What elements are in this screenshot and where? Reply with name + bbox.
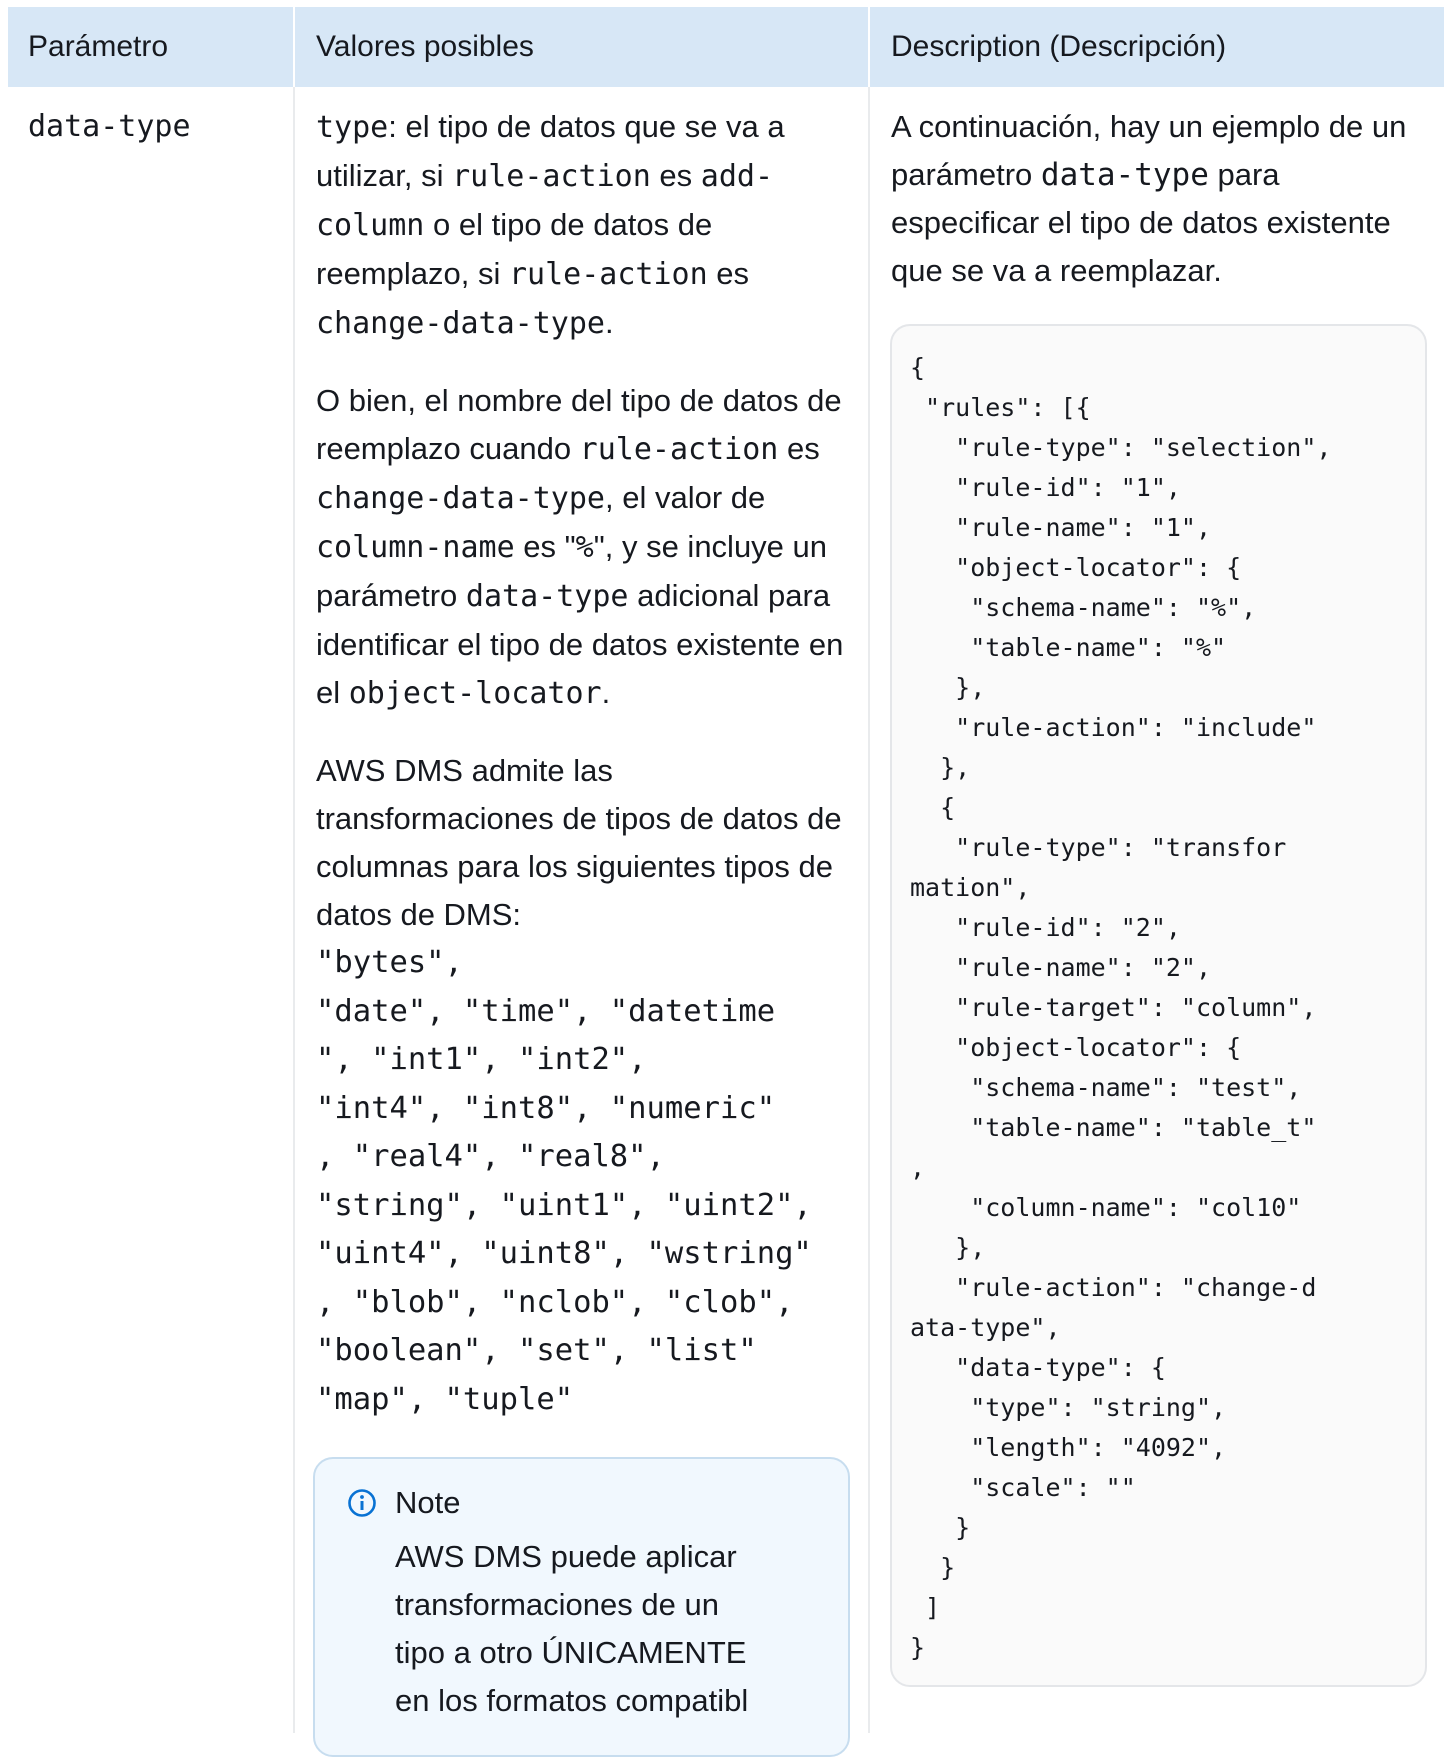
description-cell: A continuación, hay un ejemplo de un par… [891, 103, 1431, 295]
column-divider [293, 87, 295, 1733]
text: es [778, 431, 820, 466]
possible-values-cell: type: el tipo de datos que se va a utili… [316, 103, 846, 1424]
code-rule-action: rule-action [579, 432, 779, 467]
text: es [707, 256, 750, 291]
parameter-table: Parámetro Valores posibles Description (… [0, 0, 1448, 1757]
code-change-data-type: change-data-type [316, 481, 605, 516]
code-data-type: data-type [1040, 157, 1209, 193]
column-divider [868, 7, 870, 87]
text: . [601, 675, 611, 710]
text: es " [514, 529, 576, 564]
header-parameter: Parámetro [28, 30, 169, 63]
code-data-type: data-type [465, 579, 629, 614]
header-possible-values: Valores posibles [316, 30, 534, 63]
column-divider [293, 7, 295, 87]
code-type: type [316, 110, 389, 145]
code-block: { "rules": [{ "rule-type": "selection", … [890, 324, 1427, 1687]
note-body: AWS DMS puede aplicar transformaciones d… [395, 1539, 749, 1718]
supported-types-list: "bytes", "date", "time", "datetime ", "i… [316, 945, 812, 1417]
code-object-locator: object-locator [348, 676, 602, 711]
type-paragraph: type: el tipo de datos que se va a utili… [316, 103, 846, 348]
code-rule-action: rule-action [452, 159, 651, 194]
text: AWS DMS admite las transformaciones de t… [316, 753, 842, 932]
header-description: Description (Descripción) [891, 30, 1227, 63]
note-title: Note [395, 1485, 461, 1520]
code-rule-action: rule-action [508, 257, 708, 292]
parameter-name: data-type [28, 109, 191, 144]
supported-types-paragraph: AWS DMS admite las transformaciones de t… [316, 747, 846, 939]
note-callout: Note AWS DMS puede aplicar transformacio… [313, 1457, 850, 1757]
column-divider [868, 87, 870, 1733]
text: es [650, 158, 701, 193]
replacement-paragraph: O bien, el nombre del tipo de datos de r… [316, 377, 846, 718]
info-icon [348, 1489, 376, 1517]
table-header-row: Parámetro Valores posibles Description (… [8, 7, 1444, 87]
code-example: { "rules": [{ "rule-type": "selection", … [910, 353, 1332, 1662]
text: . [604, 305, 614, 340]
code-change-data-type: change-data-type [316, 306, 605, 341]
code-column-name: column-name [316, 530, 515, 565]
description-paragraph: A continuación, hay un ejemplo de un par… [891, 103, 1431, 295]
text: , el valor de [604, 480, 766, 515]
code-percent: % [575, 530, 594, 565]
